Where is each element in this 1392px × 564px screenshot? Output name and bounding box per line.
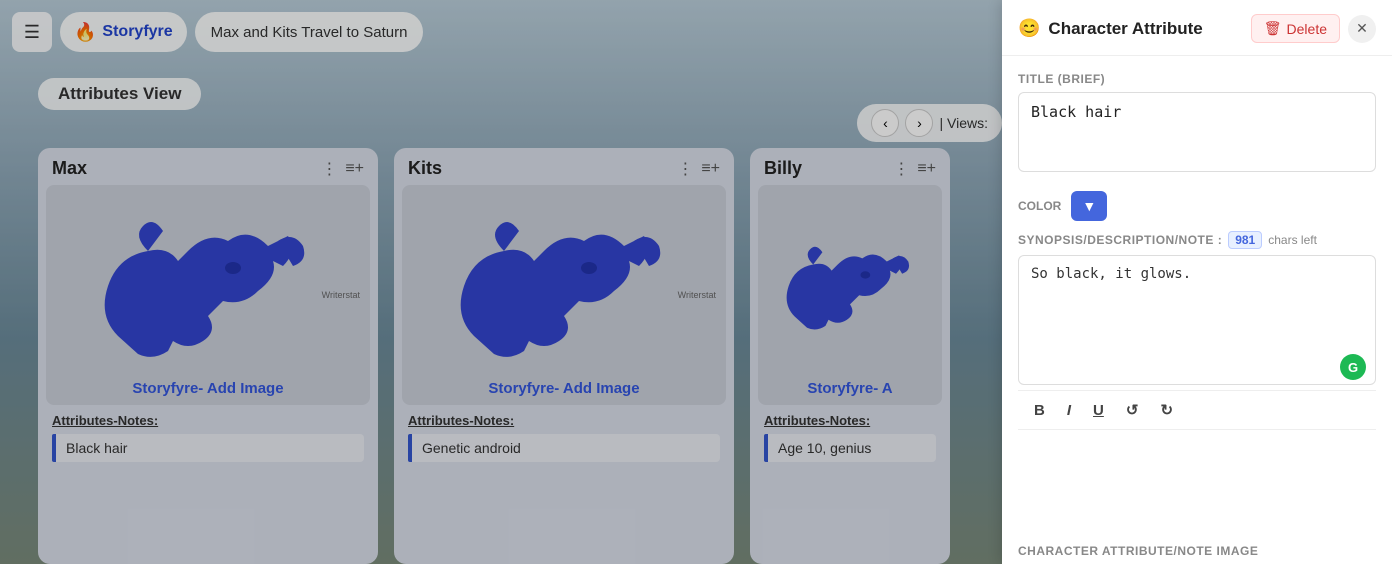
card-max-attribute-bar: Black hair [52, 434, 364, 462]
undo-button[interactable]: ↺ [1122, 399, 1143, 421]
card-billy-title: Billy [764, 158, 802, 179]
title-input[interactable]: Black hair [1018, 92, 1376, 172]
synopsis-wrapper: So black, it glows. G [1018, 255, 1376, 390]
card-kits-add-image-label[interactable]: Storyfyre- Add Image [402, 376, 726, 405]
synopsis-label: SYNOPSIS/DESCRIPTION/NOTE : [1018, 233, 1222, 247]
card-billy-menu-button[interactable]: ⋮ [893, 159, 909, 179]
panel-body: TITLE (brief) Black hair COLOR ▼ SYNOPSI… [1002, 56, 1392, 534]
grammarly-icon: G [1348, 360, 1358, 375]
card-kits-attribute-bar: Genetic android [408, 434, 720, 462]
synopsis-textarea[interactable]: So black, it glows. [1018, 255, 1376, 385]
card-max: Max ⋮ ≡+ Storyfyre- Add Image Writerstat… [38, 148, 378, 564]
delete-button[interactable]: 🗑 Delete [1251, 14, 1340, 43]
menu-button[interactable]: ☰ [12, 12, 52, 52]
card-max-footer-title: Attributes-Notes: [52, 413, 364, 428]
card-billy-footer: Attributes-Notes: Age 10, genius [750, 405, 950, 472]
views-nav: ‹ › | Views: [857, 104, 1002, 142]
chars-left-badge: 981 [1228, 231, 1262, 249]
card-billy: Billy ⋮ ≡+ Storyfyre- A Attributes-Notes… [750, 148, 950, 564]
color-row: COLOR ▼ [1018, 191, 1376, 221]
card-kits-footer: Attributes-Notes: Genetic android [394, 405, 734, 472]
italic-button[interactable]: I [1063, 400, 1075, 421]
writerstat-label-max: Writerstat [322, 290, 360, 300]
card-billy-header: Billy ⋮ ≡+ [750, 148, 950, 185]
brand-label: Storyfyre [102, 23, 172, 41]
card-kits-menu-button[interactable]: ⋮ [677, 159, 693, 179]
writerstat-label-kits: Writerstat [678, 290, 716, 300]
card-billy-add-button[interactable]: ≡+ [917, 159, 936, 179]
title-field-label: TITLE (brief) [1018, 72, 1376, 86]
underline-button[interactable]: U [1089, 400, 1108, 421]
card-max-header: Max ⋮ ≡+ [38, 148, 378, 185]
card-max-attribute-text: Black hair [56, 434, 364, 462]
card-billy-attribute-bar: Age 10, genius [764, 434, 936, 462]
card-max-menu-button[interactable]: ⋮ [321, 159, 337, 179]
card-kits: Kits ⋮ ≡+ Storyfyre- Add Image Writersta… [394, 148, 734, 564]
chevron-down-icon: ▼ [1082, 198, 1096, 214]
attributes-view-label: Attributes View [38, 78, 201, 110]
grammarly-badge: G [1340, 354, 1366, 380]
character-icon: 😊 [1018, 18, 1040, 39]
card-billy-image: Storyfyre- A [758, 185, 942, 405]
cards-container: Max ⋮ ≡+ Storyfyre- Add Image Writerstat… [38, 148, 992, 564]
card-max-footer: Attributes-Notes: Black hair [38, 405, 378, 472]
card-billy-add-image-label[interactable]: Storyfyre- A [758, 376, 942, 405]
card-kits-header: Kits ⋮ ≡+ [394, 148, 734, 185]
views-text: | Views: [939, 115, 988, 131]
panel-header: 😊 Character Attribute 🗑 Delete ✕ [1002, 0, 1392, 56]
synopsis-label-row: SYNOPSIS/DESCRIPTION/NOTE : 981 chars le… [1018, 231, 1376, 249]
card-max-title: Max [52, 158, 87, 179]
prev-view-button[interactable]: ‹ [871, 109, 899, 137]
bold-button[interactable]: B [1030, 400, 1049, 421]
project-title-label: Max and Kits Travel to Saturn [211, 24, 408, 41]
card-kits-image: Storyfyre- Add Image Writerstat [402, 185, 726, 405]
close-icon: ✕ [1356, 20, 1368, 37]
redo-button[interactable]: ↻ [1156, 399, 1177, 421]
text-toolbar: B I U ↺ ↻ [1018, 390, 1376, 430]
card-max-image: Storyfyre- Add Image Writerstat [46, 185, 370, 405]
color-label: COLOR [1018, 199, 1061, 213]
card-billy-actions: ⋮ ≡+ [893, 159, 936, 179]
chars-left-text: chars left [1268, 233, 1317, 247]
prev-arrow-icon: ‹ [883, 115, 888, 131]
card-kits-add-button[interactable]: ≡+ [701, 159, 720, 179]
card-billy-footer-title: Attributes-Notes: [764, 413, 936, 428]
next-arrow-icon: › [917, 115, 922, 131]
close-panel-button[interactable]: ✕ [1348, 15, 1376, 43]
project-title-button[interactable]: Max and Kits Travel to Saturn [195, 12, 424, 52]
flame-icon: 🔥 [74, 22, 96, 43]
card-kits-attribute-text: Genetic android [412, 434, 720, 462]
card-kits-actions: ⋮ ≡+ [677, 159, 720, 179]
bottom-section-label: CHARACTER ATTRIBUTE/NOTE IMAGE [1002, 534, 1392, 564]
trash-icon: 🗑 [1264, 20, 1282, 37]
card-kits-title: Kits [408, 158, 442, 179]
color-dropdown-button[interactable]: ▼ [1071, 191, 1107, 221]
card-max-add-image-label[interactable]: Storyfyre- Add Image [46, 376, 370, 405]
card-kits-footer-title: Attributes-Notes: [408, 413, 720, 428]
menu-icon: ☰ [24, 22, 40, 43]
character-attribute-panel: 😊 Character Attribute 🗑 Delete ✕ TITLE (… [1002, 0, 1392, 564]
card-max-actions: ⋮ ≡+ [321, 159, 364, 179]
card-max-add-button[interactable]: ≡+ [345, 159, 364, 179]
panel-title: Character Attribute [1048, 19, 1242, 39]
brand-button[interactable]: 🔥 Storyfyre [60, 12, 187, 52]
delete-label: Delete [1287, 21, 1327, 37]
card-billy-attribute-text: Age 10, genius [768, 434, 936, 462]
next-view-button[interactable]: › [905, 109, 933, 137]
